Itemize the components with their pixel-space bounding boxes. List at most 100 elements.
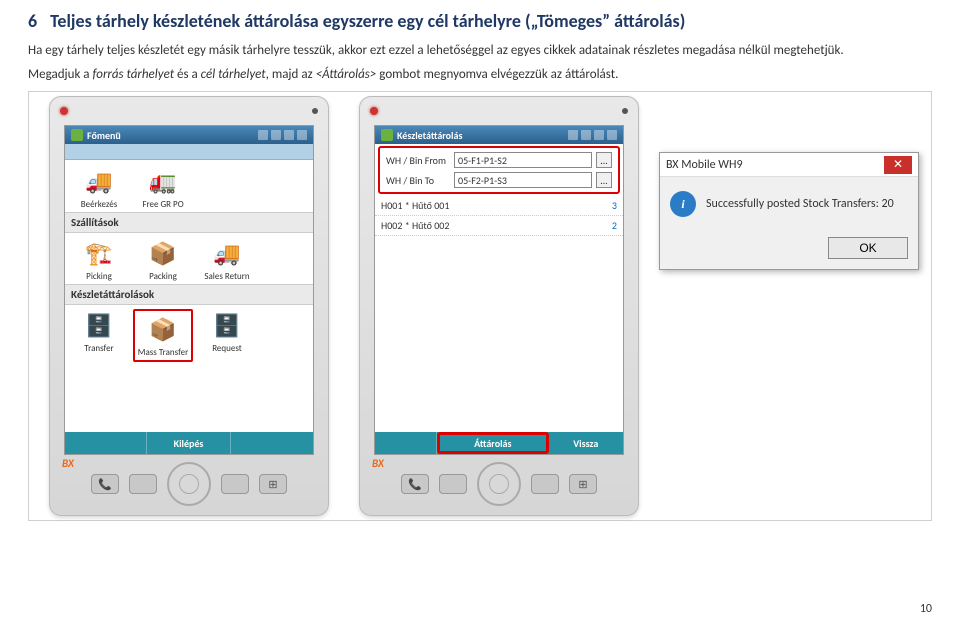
back-button[interactable]: Vissza: [549, 432, 623, 454]
footer-spacer: [65, 432, 147, 454]
label: Request: [212, 343, 242, 354]
page-number: 10: [920, 602, 932, 616]
row-bin-from: WH / Bin From 05-F1-P1-S2 …: [382, 150, 616, 170]
menu-item-transfer[interactable]: 🗄️ Transfer: [69, 309, 129, 362]
windows-button[interactable]: ⊞: [569, 474, 597, 494]
power-led-icon: [370, 107, 378, 115]
pda2-title: Készletáttárolás: [397, 129, 462, 142]
hw-button[interactable]: [129, 474, 157, 494]
tray-icon: [594, 130, 604, 140]
label: Picking: [86, 271, 112, 282]
tray-icon: [284, 130, 294, 140]
label-bin-from: WH / Bin From: [386, 154, 450, 167]
p2-d: gombot megnyomva elvégezzük az áttárolás…: [376, 67, 618, 82]
heading-number: 6: [28, 10, 46, 32]
dialog-message: Successfully posted Stock Transfers: 20: [706, 197, 894, 211]
call-button[interactable]: 📞: [401, 474, 429, 494]
hw-button[interactable]: [221, 474, 249, 494]
pda1-tray-icons: [258, 130, 307, 140]
call-button[interactable]: 📞: [91, 474, 119, 494]
info-icon: i: [670, 191, 696, 217]
label: Sales Return: [204, 271, 249, 282]
paragraph-1: Ha egy tárhely teljes készletét egy mási…: [28, 42, 932, 60]
pda2-tray-icons: [568, 130, 617, 140]
menu-item-packing[interactable]: 📦Packing: [133, 237, 193, 282]
tray-icon: [568, 130, 578, 140]
input-bin-from[interactable]: 05-F1-P1-S2: [454, 152, 592, 168]
pda2-footer: Áttárolás Vissza: [375, 432, 623, 454]
lookup-from-button[interactable]: …: [596, 152, 612, 168]
bx-logo: BX: [372, 457, 384, 470]
dpad[interactable]: [167, 462, 211, 506]
pda1-screen: Főmenü 🚚Beérkezés 🚛Free GR PO Szállításo…: [64, 125, 314, 455]
windows-button[interactable]: ⊞: [259, 474, 287, 494]
dpad[interactable]: [477, 462, 521, 506]
truck-icon: 🚛: [143, 165, 183, 197]
hw-button[interactable]: [439, 474, 467, 494]
heading-text: Teljes tárhely készletének áttárolása eg…: [50, 10, 685, 32]
close-icon: ✕: [893, 157, 903, 172]
camera-dot-icon: [622, 108, 628, 114]
section-keszlet: Készletáttárolások: [65, 284, 313, 305]
p2-c: , majd az: [266, 67, 316, 82]
pda1-titlebar: Főmenü: [65, 126, 313, 144]
lookup-to-button[interactable]: …: [596, 172, 612, 188]
item-qty: 2: [597, 219, 617, 232]
menu-row-1: 🚚Beérkezés 🚛 Free GR PO: [65, 161, 313, 212]
p2-i2: cél tárhelyet: [201, 67, 266, 82]
menu-row-3: 🗄️ Transfer 📦 Mass Transfer 🗄️ Request: [65, 305, 313, 364]
menu-item-salesreturn[interactable]: 🚚Sales Return: [197, 237, 257, 282]
power-led-icon: [60, 107, 68, 115]
label: Mass Transfer: [138, 347, 188, 358]
menu-item-beerkezes[interactable]: 🚚Beérkezés: [69, 165, 129, 210]
bx-logo: BX: [62, 457, 74, 470]
tray-icon: [258, 130, 268, 140]
pda1-bezel-top: [50, 97, 328, 125]
pda1-title: Főmenü: [87, 129, 121, 142]
dialog-titlebar: BX Mobile WH9 ✕: [660, 153, 918, 177]
value: 05-F1-P1-S2: [458, 154, 507, 167]
menu-item-masstransfer[interactable]: 📦 Mass Transfer: [133, 309, 193, 362]
shelf-icon: 🗄️: [207, 309, 247, 341]
menu-item-request[interactable]: 🗄️ Request: [197, 309, 257, 362]
hw-button[interactable]: [531, 474, 559, 494]
boxes-icon: 📦: [143, 313, 183, 345]
item-name: H001 * Hűtő 001: [381, 199, 597, 212]
start-flag-icon[interactable]: [381, 129, 393, 141]
camera-dot-icon: [312, 108, 318, 114]
transfer-button[interactable]: Áttárolás: [437, 432, 549, 454]
shelf-icon: 🗄️: [79, 309, 119, 341]
pda2-bezel-top: [360, 97, 638, 125]
tray-icon: [581, 130, 591, 140]
p2-b: és a: [174, 67, 201, 82]
exit-button[interactable]: Kilépés: [147, 432, 231, 454]
menu-item-freegrpo[interactable]: 🚛 Free GR PO: [133, 165, 193, 210]
list-item[interactable]: H002 * Hűtő 002 2: [375, 216, 623, 236]
label: Free GR PO: [142, 199, 183, 210]
section-heading: 6 Teljes tárhely készletének áttárolása …: [28, 10, 932, 32]
bin-fields-highlight: WH / Bin From 05-F1-P1-S2 … WH / Bin To …: [378, 146, 620, 194]
pda-device-2: Készletáttárolás WH / Bin From 05-F1-P1-…: [359, 96, 639, 516]
pda2-body: WH / Bin From 05-F1-P1-S2 … WH / Bin To …: [375, 144, 623, 432]
menu-row-2: 🏗️Picking 📦Packing 🚚Sales Return: [65, 233, 313, 284]
pda2-screen: Készletáttárolás WH / Bin From 05-F1-P1-…: [374, 125, 624, 455]
footer-spacer: [375, 432, 437, 454]
input-bin-to[interactable]: 05-F2-P1-S3: [454, 172, 592, 188]
p2-a: Megadjuk a: [28, 67, 92, 82]
paragraph-2: Megadjuk a forrás tárhelyet és a cél tár…: [28, 66, 932, 84]
p2-i1: forrás tárhelyet: [92, 67, 174, 82]
p2-i3: <Áttárolás>: [316, 67, 377, 82]
tray-icon: [297, 130, 307, 140]
figures-panel: Főmenü 🚚Beérkezés 🚛Free GR PO Szállításo…: [28, 91, 932, 521]
label-bin-to: WH / Bin To: [386, 174, 450, 187]
menu-item-picking[interactable]: 🏗️Picking: [69, 237, 129, 282]
success-dialog: BX Mobile WH9 ✕ i Successfully posted St…: [659, 152, 919, 270]
pda1-body: 🚚Beérkezés 🚛Free GR PO Szállítások 🏗️Pic…: [65, 161, 313, 432]
start-flag-icon[interactable]: [71, 129, 83, 141]
close-button[interactable]: ✕: [884, 156, 912, 174]
boxes-icon: 📦: [143, 237, 183, 269]
label: Transfer: [84, 343, 113, 354]
pda2-hwbuttons: BX 📞 ⊞: [360, 459, 638, 509]
ok-button[interactable]: OK: [828, 237, 908, 259]
list-item[interactable]: H001 * Hűtő 001 3: [375, 196, 623, 216]
